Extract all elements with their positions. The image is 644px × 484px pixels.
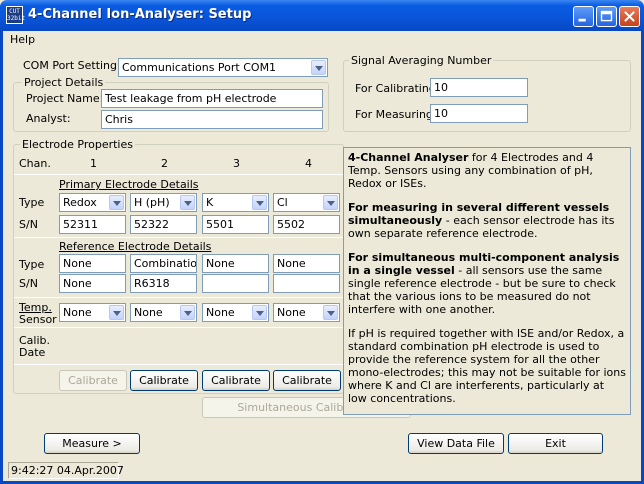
primary-type-value-3: K	[206, 196, 214, 209]
minimize-button[interactable]	[573, 6, 594, 27]
menu-help[interactable]: Help	[10, 33, 35, 46]
channel-3-header: 3	[233, 157, 240, 170]
chevron-down-icon[interactable]	[109, 305, 124, 320]
primary-type-value-2: H (pH)	[134, 196, 170, 209]
window-title: 4-Channel Ion-Analyser: Setup	[28, 7, 252, 22]
reference-type-input-3[interactable]: None	[202, 254, 269, 273]
temp-sensor-select-4[interactable]: None	[273, 303, 340, 322]
app-icon: CUT 32bit	[6, 6, 26, 24]
reference-type-input-4[interactable]: None	[273, 254, 340, 273]
analyst-label: Analyst:	[26, 112, 71, 125]
chevron-down-icon[interactable]	[311, 60, 326, 75]
view-data-file-button[interactable]: View Data File	[408, 433, 504, 454]
divider	[14, 174, 343, 175]
primary-type-value-1: Redox	[63, 196, 97, 209]
info-p1-bold: 4-Channel Analyser	[348, 151, 469, 164]
chevron-down-icon[interactable]	[109, 195, 124, 210]
chevron-down-icon[interactable]	[180, 305, 195, 320]
info-paragraph-4: If pH is required together with ISE and/…	[348, 327, 626, 405]
primary-type-select-2[interactable]: H (pH)	[130, 193, 197, 212]
temp-label-line-2: Sensor	[19, 313, 57, 326]
primary-type-label: Type	[19, 196, 45, 209]
primary-sn-label: S/N	[19, 218, 38, 231]
channel-4-header: 4	[305, 157, 312, 170]
project-details-title: Project Details	[22, 76, 106, 89]
primary-type-select-1[interactable]: Redox	[59, 193, 126, 212]
reference-type-input-1[interactable]: None	[59, 254, 126, 273]
primary-sn-input-1[interactable]: 52311	[59, 215, 126, 234]
reference-type-label: Type	[19, 258, 45, 271]
temp-sensor-label: Temp. Sensor	[19, 302, 57, 326]
chevron-down-icon[interactable]	[323, 305, 338, 320]
close-icon	[624, 11, 635, 22]
reference-sn-input-3[interactable]	[202, 274, 269, 293]
for-measuring-input[interactable]: 10	[430, 104, 528, 123]
chan-label: Chan.	[19, 157, 51, 170]
measure-button[interactable]: Measure >	[44, 433, 140, 454]
temp-sensor-value-3: None	[206, 306, 235, 319]
exit-button[interactable]: Exit	[508, 433, 603, 454]
close-button[interactable]	[619, 6, 640, 27]
divider	[14, 327, 343, 328]
primary-sn-input-4[interactable]: 5502	[273, 215, 340, 234]
chevron-down-icon[interactable]	[252, 195, 267, 210]
info-paragraph-2: For measuring in several different vesse…	[348, 201, 626, 240]
calibrate-button-3[interactable]: Calibrate	[202, 370, 270, 391]
primary-type-value-4: Cl	[277, 196, 288, 209]
for-calibrating-input[interactable]: 10	[430, 78, 528, 97]
status-timestamp: 9:42:27 04.Apr.2007	[8, 462, 124, 479]
com-port-value: Communications Port COM1	[122, 61, 277, 74]
calibrate-button-4[interactable]: Calibrate	[273, 370, 341, 391]
info-panel: 4-Channel Analyser for 4 Electrodes and …	[343, 147, 631, 415]
reference-electrode-title: Reference Electrode Details	[59, 240, 212, 253]
temp-sensor-value-2: None	[134, 306, 163, 319]
temp-sensor-select-3[interactable]: None	[202, 303, 269, 322]
channel-1-header: 1	[90, 157, 97, 170]
primary-sn-input-2[interactable]: 52322	[130, 215, 197, 234]
maximize-icon	[600, 10, 613, 22]
com-port-label: COM Port Setting:	[23, 59, 121, 72]
temp-sensor-value-1: None	[63, 306, 92, 319]
temp-sensor-select-1[interactable]: None	[59, 303, 126, 322]
menu-help-label: Help	[10, 33, 36, 46]
info-paragraph-1: 4-Channel Analyser for 4 Electrodes and …	[348, 151, 626, 190]
project-name-label: Project Name:	[26, 92, 104, 105]
signal-averaging-title: Signal Averaging Number	[349, 54, 494, 67]
chevron-down-icon[interactable]	[180, 195, 195, 210]
reference-sn-input-1[interactable]: None	[59, 274, 126, 293]
analyst-input[interactable]: Chris	[101, 110, 323, 129]
chevron-down-icon[interactable]	[323, 195, 338, 210]
temp-sensor-value-4: None	[277, 306, 306, 319]
for-measuring-label: For Measuring:	[355, 108, 437, 121]
divider	[14, 364, 343, 365]
channel-2-header: 2	[161, 157, 168, 170]
primary-electrode-title: Primary Electrode Details	[59, 178, 199, 191]
calibrate-button-1[interactable]: Calibrate	[59, 370, 127, 391]
divider	[14, 237, 343, 238]
electrode-properties-title: Electrode Properties	[20, 138, 135, 151]
divider	[14, 297, 343, 298]
maximize-button[interactable]	[596, 6, 617, 27]
com-port-select[interactable]: Communications Port COM1	[118, 58, 328, 77]
minimize-icon	[578, 18, 586, 22]
reference-sn-input-2[interactable]: R6318	[130, 274, 197, 293]
reference-sn-input-4[interactable]	[273, 274, 340, 293]
project-name-input[interactable]: Test leakage from pH electrode	[101, 89, 323, 108]
chevron-down-icon[interactable]	[252, 305, 267, 320]
calibrate-button-2[interactable]: Calibrate	[130, 370, 198, 391]
for-calibrating-label: For Calibrating:	[355, 82, 440, 95]
primary-type-select-4[interactable]: Cl	[273, 193, 340, 212]
temp-sensor-select-2[interactable]: None	[130, 303, 197, 322]
calib-label-line-2: Date	[19, 346, 46, 359]
reference-sn-label: S/N	[19, 277, 38, 290]
calib-date-label: Calib. Date	[19, 335, 50, 359]
info-paragraph-3: For simultaneous multi-component analysi…	[348, 251, 626, 316]
primary-sn-input-3[interactable]: 5501	[202, 215, 269, 234]
primary-type-select-3[interactable]: K	[202, 193, 269, 212]
reference-type-input-2[interactable]: Combination	[130, 254, 197, 273]
